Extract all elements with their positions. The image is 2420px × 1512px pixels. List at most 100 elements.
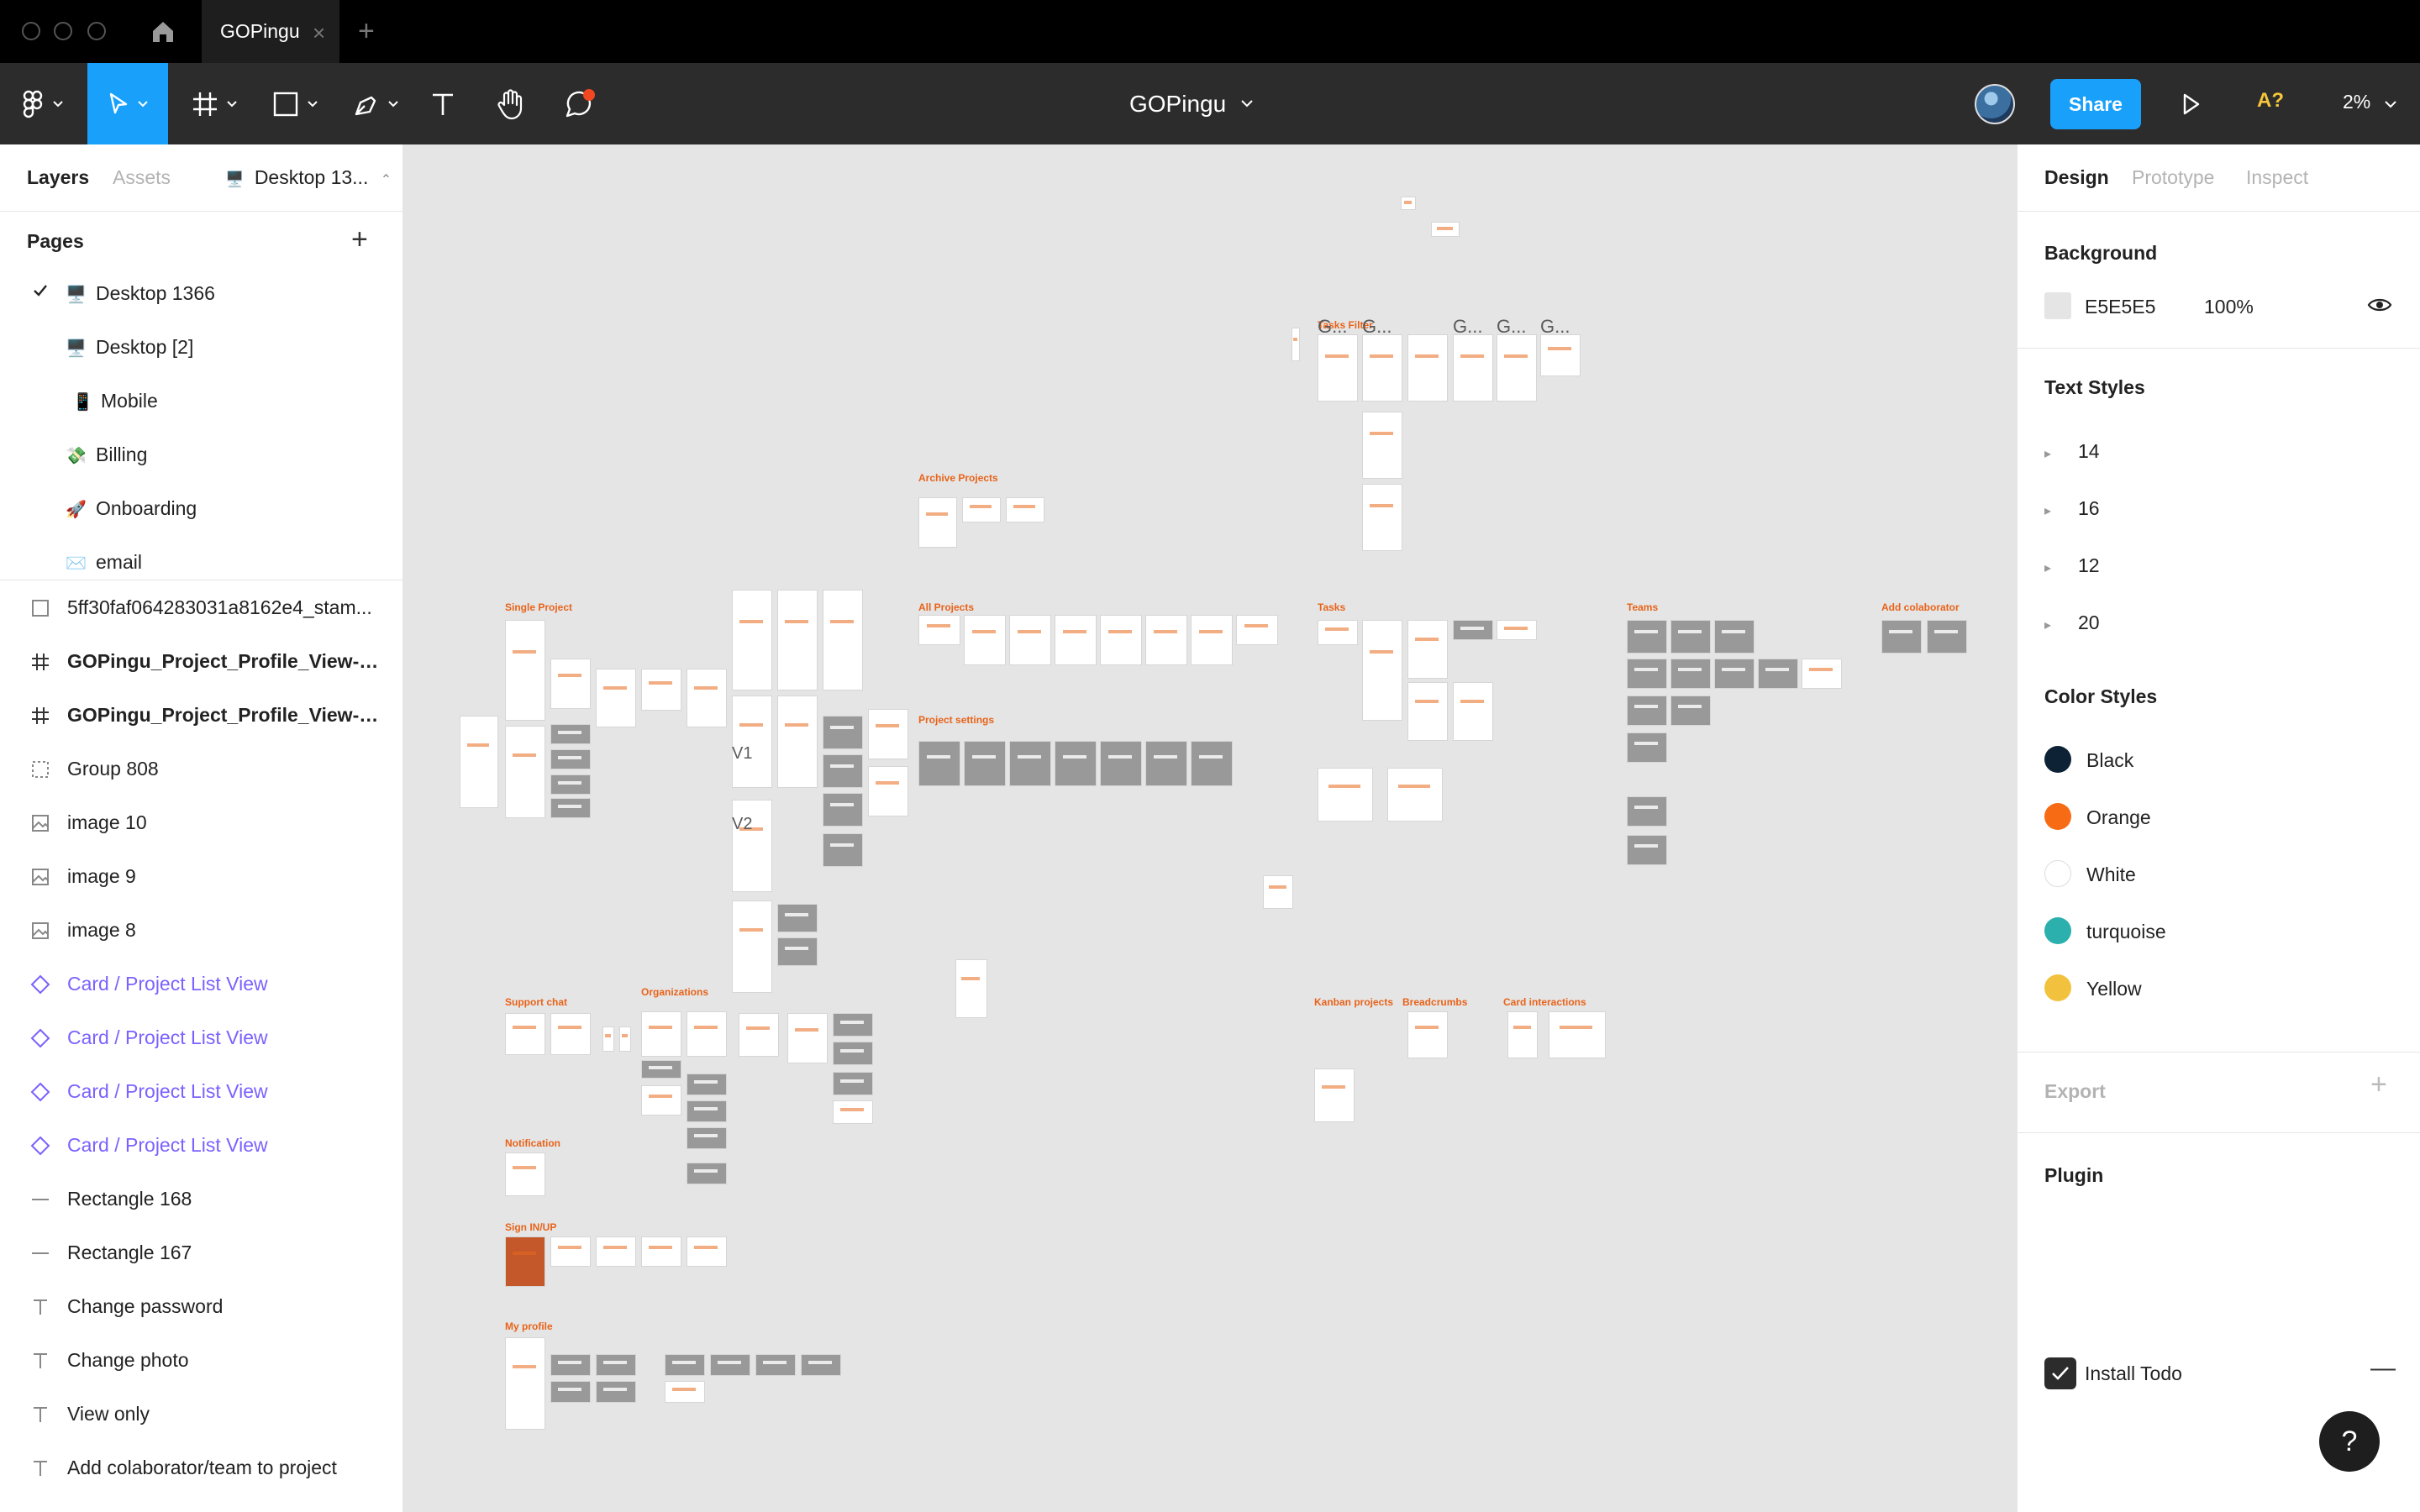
frame[interactable]	[1407, 334, 1448, 402]
frame[interactable]	[687, 1100, 727, 1122]
frame[interactable]	[777, 696, 818, 788]
frame[interactable]	[1670, 620, 1711, 654]
avatar[interactable]	[1975, 84, 2015, 124]
frame[interactable]	[1100, 741, 1142, 786]
frame[interactable]	[823, 754, 863, 788]
page-item-billing[interactable]: 💸 Billing	[0, 428, 402, 482]
move-tool[interactable]	[87, 63, 168, 144]
frame[interactable]	[1497, 620, 1537, 640]
frame[interactable]	[665, 1381, 705, 1403]
frame[interactable]	[596, 1236, 636, 1267]
layer-line[interactable]: Rectangle 167	[0, 1226, 403, 1280]
frame[interactable]	[710, 1354, 750, 1376]
add-export-icon[interactable]: +	[2370, 1068, 2387, 1101]
layer-group[interactable]: Group 808	[0, 743, 403, 796]
main-menu-button[interactable]	[15, 63, 71, 144]
frame[interactable]	[596, 1381, 636, 1403]
frame[interactable]	[550, 1236, 591, 1267]
frame[interactable]	[1453, 334, 1493, 402]
frame[interactable]	[1362, 620, 1402, 721]
frame[interactable]	[1009, 615, 1051, 665]
layer-text[interactable]: Add colaborator/team to project	[0, 1441, 403, 1495]
layer-text[interactable]: Change photo	[0, 1334, 403, 1388]
zoom-menu[interactable]: 2%	[2343, 91, 2396, 113]
background-opacity-input[interactable]: 100%	[2204, 296, 2254, 318]
frame[interactable]	[596, 669, 636, 727]
frame[interactable]	[665, 1354, 705, 1376]
frame[interactable]	[823, 833, 863, 867]
tab-close-icon[interactable]: ×	[313, 20, 325, 46]
frame[interactable]	[868, 709, 908, 759]
frame[interactable]	[777, 904, 818, 932]
frame[interactable]	[1362, 412, 1402, 479]
frame[interactable]	[687, 1236, 727, 1267]
frame[interactable]	[505, 1236, 545, 1287]
frame[interactable]	[550, 1013, 591, 1055]
document-title-button[interactable]: GOPingu	[1129, 63, 1253, 144]
frame[interactable]	[687, 1127, 727, 1149]
help-button[interactable]: ?	[2319, 1411, 2380, 1472]
tab-inspect[interactable]: Inspect	[2246, 166, 2308, 189]
plugin-checkbox[interactable]	[2044, 1357, 2076, 1389]
frame[interactable]	[732, 900, 772, 993]
accessibility-check-button[interactable]: A?	[2257, 89, 2284, 113]
frame[interactable]	[1314, 1068, 1355, 1122]
frame[interactable]	[777, 937, 818, 966]
frame[interactable]	[955, 959, 987, 1018]
frame[interactable]	[687, 1074, 727, 1095]
layer-component-instance[interactable]: Card / Project List View	[0, 1119, 403, 1173]
frame[interactable]	[1627, 620, 1667, 654]
frame[interactable]	[1881, 620, 1922, 654]
frame[interactable]	[641, 1060, 681, 1079]
frame[interactable]	[801, 1354, 841, 1376]
frame[interactable]	[550, 774, 591, 795]
frame[interactable]	[505, 1152, 545, 1196]
frame[interactable]	[962, 497, 1001, 522]
frame[interactable]	[918, 497, 957, 548]
eye-icon[interactable]	[2367, 296, 2392, 314]
frame[interactable]	[964, 615, 1006, 665]
window-close-icon[interactable]	[22, 22, 40, 40]
layer-text[interactable]: View only	[0, 1388, 403, 1441]
frame[interactable]	[1453, 620, 1493, 640]
frame[interactable]	[505, 1337, 545, 1430]
frame[interactable]	[1055, 741, 1097, 786]
page-switcher[interactable]: 🖥️ Desktop 13... ⌃	[225, 166, 392, 189]
tab-assets[interactable]: Assets	[113, 166, 171, 189]
frame[interactable]	[687, 669, 727, 727]
frame[interactable]	[1387, 768, 1443, 822]
frame[interactable]	[550, 1381, 591, 1403]
layer-component-instance[interactable]: Card / Project List View	[0, 1065, 403, 1119]
frame[interactable]	[596, 1354, 636, 1376]
frame[interactable]	[1714, 659, 1754, 689]
frame[interactable]	[964, 741, 1006, 786]
frame[interactable]	[918, 615, 960, 645]
frame[interactable]	[1540, 334, 1581, 376]
frame[interactable]	[619, 1026, 631, 1052]
tab-layers[interactable]: Layers	[27, 166, 89, 189]
shape-tool[interactable]	[267, 63, 323, 144]
frame[interactable]	[602, 1026, 614, 1052]
layer-frame[interactable]: GOPingu_Project_Profile_View-on...	[0, 635, 403, 689]
page-item-onboarding[interactable]: 🚀 Onboarding	[0, 482, 402, 536]
new-tab-icon[interactable]: +	[358, 15, 375, 48]
text-tool[interactable]	[424, 63, 462, 144]
frame[interactable]	[641, 1236, 681, 1267]
frame[interactable]	[732, 800, 772, 892]
frame[interactable]	[1401, 197, 1416, 210]
frame-tool[interactable]	[187, 63, 242, 144]
frame[interactable]	[1191, 741, 1233, 786]
text-style-item[interactable]: ▸ 20	[2044, 612, 2100, 634]
frame[interactable]	[1507, 1011, 1538, 1058]
frame[interactable]	[823, 590, 863, 690]
pen-tool[interactable]	[348, 63, 403, 144]
frame[interactable]	[732, 696, 772, 788]
window-minimize-icon[interactable]	[54, 22, 72, 40]
frame[interactable]	[1362, 484, 1402, 551]
frame[interactable]	[687, 1163, 727, 1184]
layer-component-instance[interactable]: Card / Project List View	[0, 1011, 403, 1065]
frame[interactable]	[1318, 620, 1358, 645]
frame[interactable]	[460, 716, 498, 808]
frame[interactable]	[505, 620, 545, 721]
frame[interactable]	[868, 766, 908, 816]
